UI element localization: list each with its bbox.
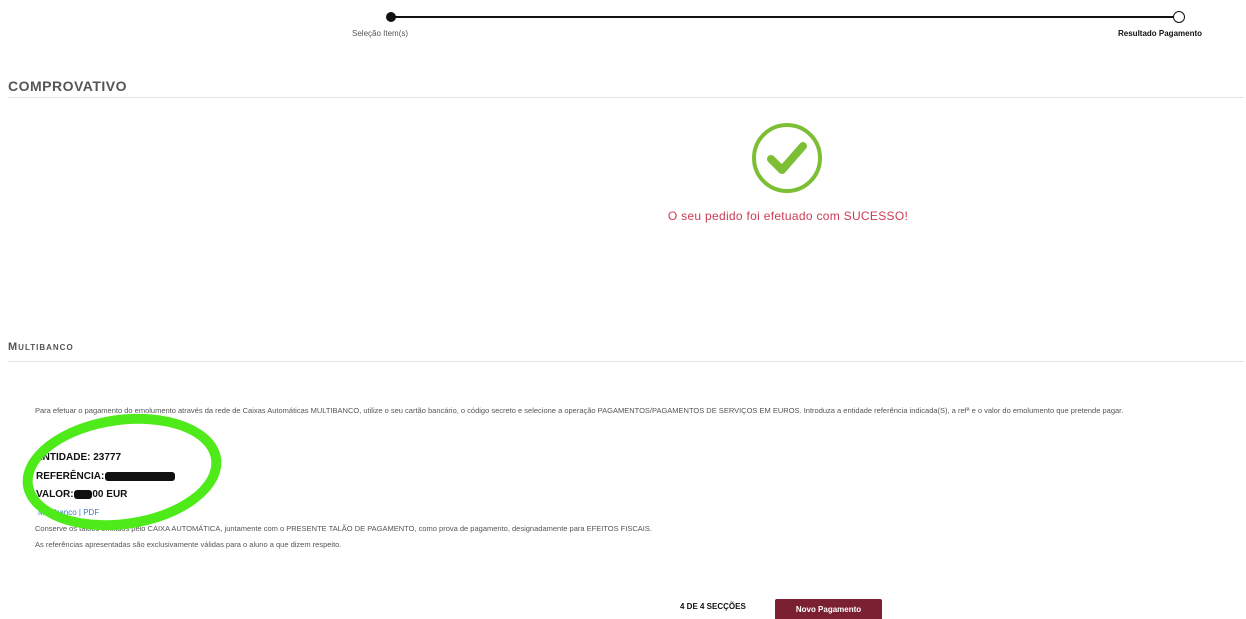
stepper-line	[391, 16, 1178, 18]
pdf-link[interactable]: PDF	[83, 508, 99, 517]
entidade-field: ENTIDADE: 23777	[36, 452, 121, 463]
validity-note: As referências apresentadas são exclusiv…	[35, 540, 342, 549]
valor-label: VALOR:	[36, 489, 74, 500]
multibanco-instructions: Para efetuar o pagamento do emolumento a…	[35, 406, 1124, 415]
valor-field: VALOR: .00 EUR	[36, 489, 127, 500]
section-progress: 4 DE 4 SECÇÕES	[680, 602, 746, 611]
section-divider	[8, 97, 1244, 98]
comprovativo-title: COMPROVATIVO	[8, 78, 128, 94]
step-dot-resultado	[1173, 11, 1185, 23]
step-label-selecao: Seleção Item(s)	[352, 29, 409, 38]
entidade-text: ENTIDADE: 23777	[36, 452, 122, 463]
referencia-label: REFERÊNCIA:	[36, 471, 105, 482]
multibanco-title: Multibanco	[8, 341, 74, 353]
multibanco-pdf-links: Multibanco | PDF	[38, 508, 99, 517]
valor-suffix: .00 EUR	[89, 489, 128, 500]
step-label-resultado: Resultado Pagamento	[1118, 29, 1203, 38]
novo-pagamento-button[interactable]: Novo Pagamento	[775, 599, 882, 619]
step-dot-selecao	[386, 12, 396, 22]
check-mark-icon	[767, 142, 807, 174]
success-message: O seu pedido foi efetuado com SUCESSO!	[667, 209, 909, 223]
conserve-note: Conserve os talões emitidos pelo CAIXA A…	[35, 524, 652, 533]
referencia-field: REFERÊNCIA:	[36, 471, 176, 482]
section-divider	[8, 361, 1244, 362]
multibanco-link[interactable]: Multibanco	[38, 508, 77, 517]
referencia-redaction	[105, 471, 176, 481]
check-circle-icon	[752, 123, 822, 193]
